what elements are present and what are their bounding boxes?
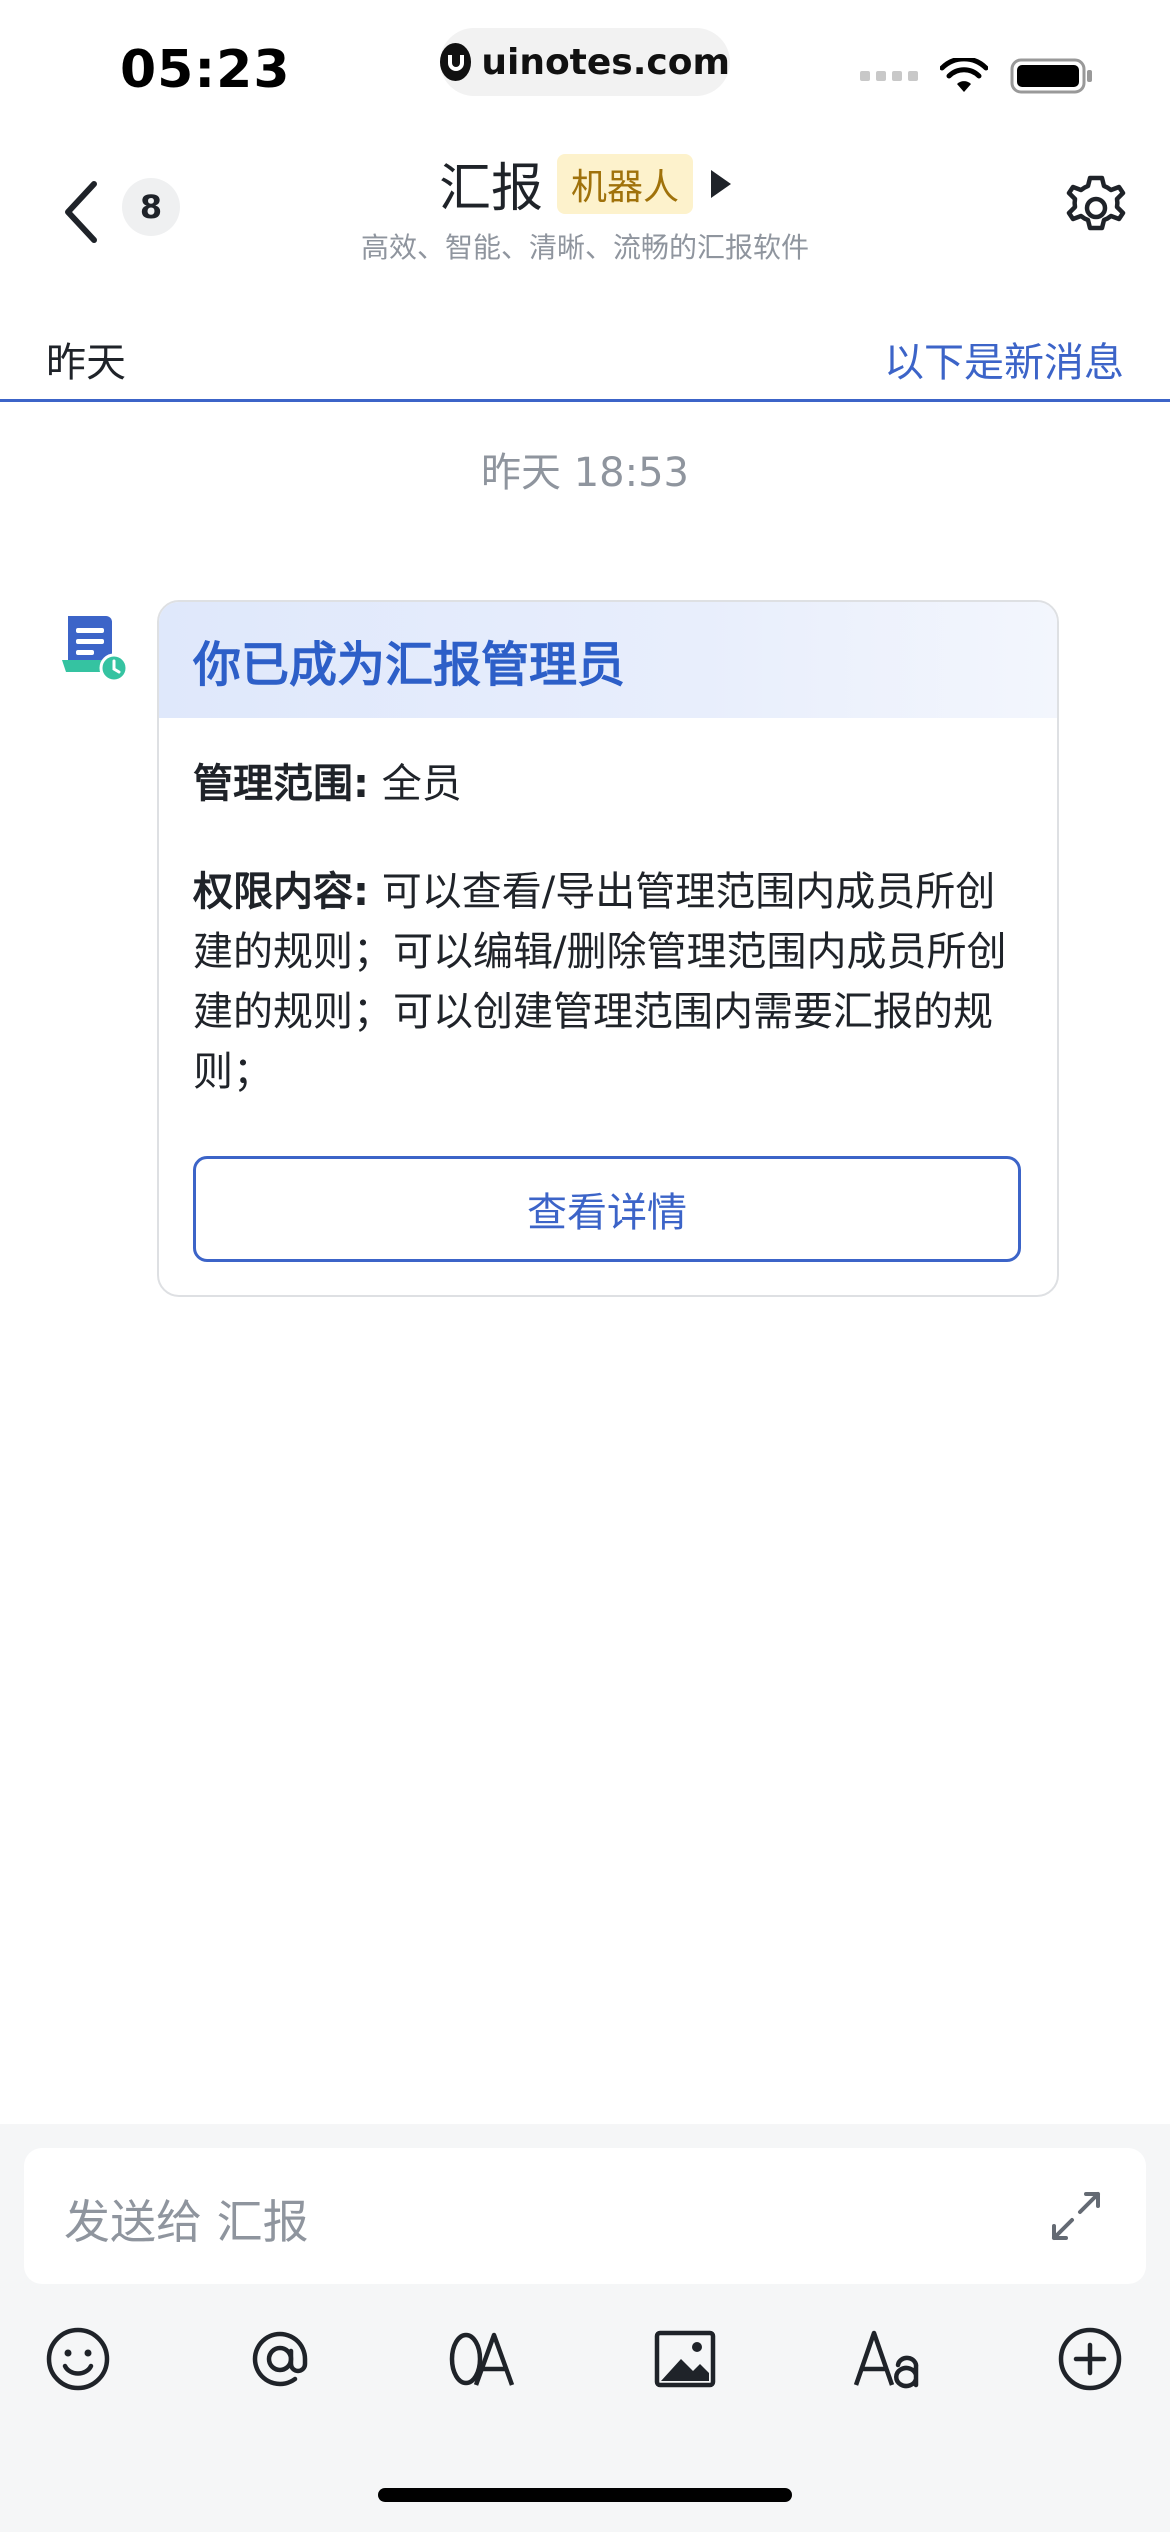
scope-field: 管理范围: 全员 [193,754,1021,814]
permission-label: 权限内容: [193,869,369,915]
status-bar: 05:23 uinotes.com [0,0,1170,130]
expand-icon[interactable] [1046,2186,1106,2246]
status-indicators [860,56,1094,96]
site-logo-icon [440,43,472,81]
bot-tag: 机器人 [557,153,694,214]
card-title: 你已成为汇报管理员 [193,637,626,693]
composer-toolbar [0,2319,1170,2429]
scope-label: 管理范围: [193,761,369,807]
admin-notice-card: 你已成为汇报管理员 管理范围: 全员 权限内容: 可以查看/导出管理范围内成员所… [157,600,1059,1297]
chat-subtitle: 高效、智能、清晰、流畅的汇报软件 [360,231,809,264]
battery-icon [1010,58,1092,94]
settings-button[interactable] [1060,172,1132,244]
mention-button[interactable] [240,2319,320,2399]
status-time: 05:23 [120,40,291,100]
more-button[interactable] [1050,2319,1130,2399]
chat-title: 汇报 [438,159,543,219]
chat-header: 8 汇报 机器人 高效、智能、清晰、流畅的汇报软件 [0,130,1170,300]
ocr-icon [449,2332,515,2386]
message-timestamp: 昨天 18:53 [481,450,689,496]
plus-icon [1058,2327,1122,2391]
signal-icon [860,71,918,81]
view-details-button[interactable]: 查看详情 [193,1156,1021,1262]
image-button[interactable] [645,2319,725,2399]
url-text: uinotes.com [481,41,730,83]
scope-value: 全员 [381,761,462,807]
report-doc-icon [62,616,129,683]
text-format-icon [853,2330,919,2389]
input-placeholder: 发送给 汇报 [64,2195,309,2249]
new-messages-label: 以下是新消息 [884,340,1124,386]
bot-avatar[interactable] [58,610,134,686]
text-format-button[interactable] [848,2319,928,2399]
card-header: 你已成为汇报管理员 [159,602,1057,718]
composer-area: 发送给 汇报 [0,2124,1170,2532]
emoji-icon [46,2327,110,2391]
image-icon [654,2330,716,2388]
emoji-button[interactable] [38,2319,118,2399]
wifi-icon [940,58,988,92]
ocr-button[interactable] [442,2319,522,2399]
card-body: 管理范围: 全员 权限内容: 可以查看/导出管理范围内成员所创建的规则；可以编辑… [159,718,1057,1262]
message-input[interactable]: 发送给 汇报 [24,2148,1146,2284]
url-pill[interactable]: uinotes.com [440,28,730,96]
chevron-right-icon [711,169,732,198]
gear-icon [1066,175,1126,231]
new-messages-divider: 昨天 以下是新消息 [0,310,1170,402]
home-indicator[interactable] [378,2488,792,2502]
chat-screen: 05:23 uinotes.com 8 汇报 机器人 高效、智能、清晰、流畅的汇… [0,0,1170,2532]
chat-title-row[interactable]: 汇报 机器人 [0,146,1170,221]
divider-date-label: 昨天 [46,340,126,386]
mention-icon [252,2331,308,2387]
permission-field: 权限内容: 可以查看/导出管理范围内成员所创建的规则；可以编辑/删除管理范围内成… [193,862,1021,1102]
